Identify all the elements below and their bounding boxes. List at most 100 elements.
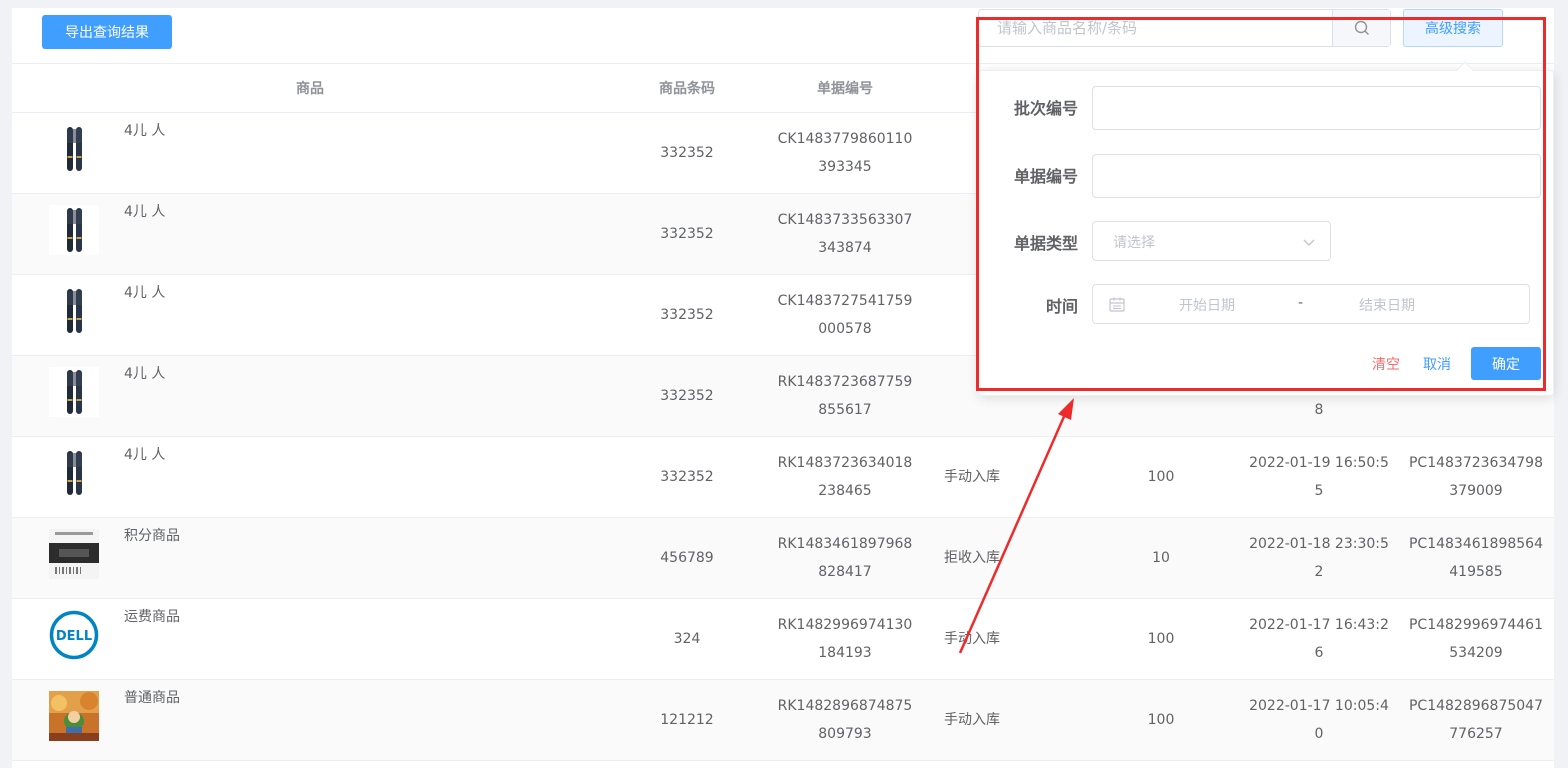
end-date-placeholder[interactable]: 结束日期 (1359, 295, 1415, 315)
doc-number-line-1: CK1483733563307 (777, 212, 913, 228)
doc-number-line-2: 184193 (818, 645, 872, 661)
search-icon (1354, 20, 1369, 35)
doc-number-label: 单据编号 (1013, 167, 1078, 186)
table-row: 4儿 人 332352 RK1483723634018 238465 手动入库 100 20… (12, 436, 1554, 518)
quantity-cell: 100 (1082, 598, 1240, 680)
product-name: 4儿 人 (124, 123, 166, 139)
product-cell: 4儿 人 (12, 274, 608, 356)
product-thumbnail (49, 529, 99, 579)
time-line-1: 2022-01-17 10:05:4 (1249, 698, 1389, 714)
quantity-cell: 100 (1082, 436, 1240, 518)
product-cell: 积分商品 (12, 517, 608, 599)
table-row: DELL 运费商品 324 RK1482996974130 184193 手动入库 100 2… (12, 598, 1554, 680)
search-box (978, 9, 1391, 47)
column-header-doc-no: 单据编号 (766, 63, 924, 113)
doc-number-cell: RK1483461897968 828417 (766, 517, 924, 599)
product-name: 4儿 人 (124, 366, 166, 382)
barcode-cell: 332352 (608, 355, 766, 437)
advanced-search-button[interactable]: 高级搜索 (1403, 9, 1503, 47)
doc-number-line-1: CK1483779860110 (777, 131, 913, 147)
batch-line-2: 776257 (1449, 726, 1503, 742)
product-cell: 4儿 人 (12, 355, 608, 437)
doc-number-line-1: RK1482996974130 (777, 617, 913, 633)
product-name: 4儿 人 (124, 204, 166, 220)
batch-line-2: 534209 (1449, 645, 1503, 661)
search-input[interactable] (979, 10, 1332, 46)
doc-number-cell: RK1482896874875 809793 (766, 679, 924, 761)
time-line-1: 2022-01-17 16:43:2 (1249, 617, 1389, 633)
barcode-cell: 324 (608, 598, 766, 680)
doc-type-select[interactable]: 请选择 (1092, 221, 1331, 261)
time-line-1: 2022-01-18 23:30:5 (1249, 536, 1389, 552)
start-date-placeholder[interactable]: 开始日期 (1179, 295, 1235, 315)
date-range-picker[interactable]: 开始日期 - 结束日期 (1092, 284, 1530, 324)
batch-line-1: PC1483461898564 (1408, 536, 1543, 552)
doc-type-label: 单据类型 (1013, 234, 1078, 253)
product-thumbnail (49, 367, 99, 417)
barcode-cell: 332352 (608, 274, 766, 356)
clear-button[interactable]: 清空 (1372, 354, 1400, 374)
table-row: 积分商品 456789 RK1483461897968 828417 拒收入库 10 202… (12, 517, 1554, 599)
product-thumbnail (49, 124, 99, 174)
product-thumbnail: DELL (49, 610, 99, 660)
batch-number-cell: PC1483461898564 419585 (1398, 517, 1554, 599)
doc-type-cell: 拒收入库 (924, 517, 1082, 599)
batch-number-cell: PC1482996974461 534209 (1398, 598, 1554, 680)
barcode-cell: 332352 (608, 436, 766, 518)
svg-text:DELL: DELL (56, 629, 92, 644)
doc-number-line-2: 393345 (818, 159, 872, 175)
column-header-product: 商品 (12, 63, 608, 113)
barcode-cell: 332352 (608, 112, 766, 194)
batch-line-1: PC1482996974461 (1408, 617, 1543, 633)
batch-line-1: PC1482896875047 (1408, 698, 1543, 714)
time-line-2: 2 (1314, 564, 1324, 580)
doc-number-cell: RK1482996974130 184193 (766, 598, 924, 680)
confirm-button[interactable]: 确定 (1471, 347, 1541, 380)
barcode-cell: 456789 (608, 517, 766, 599)
doc-number-line-2: 828417 (818, 564, 872, 580)
doc-number-cell: CK1483733563307 343874 (766, 193, 924, 275)
export-results-button[interactable]: 导出查询结果 (42, 15, 172, 49)
time-cell: 2022-01-17 10:05:4 0 (1240, 679, 1398, 761)
product-thumbnail (49, 448, 99, 498)
cancel-button[interactable]: 取消 (1423, 354, 1451, 374)
product-cell: 4儿 人 (12, 112, 608, 194)
doc-number-line-2: 000578 (818, 321, 872, 337)
product-cell: DELL 运费商品 (12, 598, 608, 680)
doc-number-line-1: RK1483461897968 (777, 536, 913, 552)
doc-number-input[interactable] (1092, 154, 1541, 198)
product-thumbnail (49, 691, 99, 741)
doc-type-cell: 手动入库 (924, 679, 1082, 761)
product-name: 积分商品 (124, 528, 180, 544)
batch-number-cell: PC1482896875047 776257 (1398, 679, 1554, 761)
search-button[interactable] (1332, 10, 1390, 46)
doc-type-cell: 手动入库 (924, 598, 1082, 680)
product-cell: 4儿 人 (12, 436, 608, 518)
time-cell: 2022-01-19 16:50:5 5 (1240, 436, 1398, 518)
time-cell: 2022-01-18 23:30:5 2 (1240, 517, 1398, 599)
date-range-separator: - (1298, 295, 1304, 311)
batch-line-2: 419585 (1449, 564, 1503, 580)
batch-line-2: 379009 (1449, 483, 1503, 499)
doc-type-placeholder: 请选择 (1113, 235, 1155, 251)
batch-number-input[interactable] (1092, 86, 1541, 130)
quantity-cell: 100 (1082, 679, 1240, 761)
time-line-2: 6 (1314, 645, 1324, 661)
product-name: 普通商品 (124, 690, 180, 706)
time-line-2: 8 (1314, 402, 1324, 418)
time-line-1: 2022-01-19 16:50:5 (1249, 455, 1389, 471)
quantity-cell: 10 (1082, 517, 1240, 599)
doc-type-cell: 手动入库 (924, 436, 1082, 518)
chevron-down-icon (1303, 239, 1315, 246)
time-cell: 2022-01-17 16:43:2 6 (1240, 598, 1398, 680)
doc-number-line-1: RK1483723687759 (777, 374, 913, 390)
doc-number-line-2: 343874 (818, 240, 872, 256)
product-cell: 4儿 人 (12, 193, 608, 275)
batch-number-cell: PC1483723634798 379009 (1398, 436, 1554, 518)
product-thumbnail (49, 205, 99, 255)
doc-number-cell: RK1483723634018 238465 (766, 436, 924, 518)
product-cell: 普通商品 (12, 679, 608, 761)
time-line-2: 0 (1314, 726, 1324, 742)
calendar-icon (1109, 297, 1125, 312)
batch-line-1: PC1483723634798 (1408, 455, 1543, 471)
